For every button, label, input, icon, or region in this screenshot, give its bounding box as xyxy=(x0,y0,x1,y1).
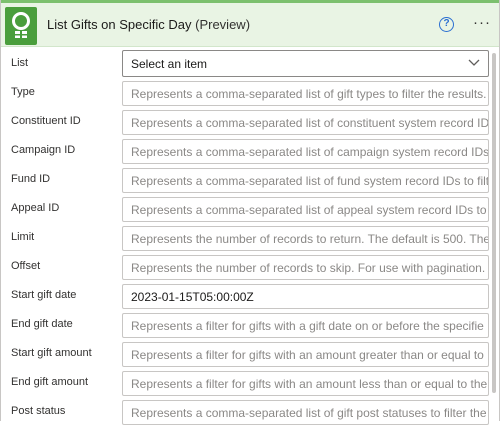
field-label-post-status: Post status xyxy=(11,405,66,417)
field-placeholder: Represents the number of records to retu… xyxy=(131,232,489,246)
field-row-type: Type Represents a comma-separated list of… xyxy=(1,81,499,110)
input-start-gift-date[interactable]: 2023-01-15T05:00:00Z xyxy=(122,284,489,309)
field-label-end-gift-date: End gift date xyxy=(11,318,73,330)
field-label-campaign-id: Campaign ID xyxy=(11,144,76,156)
field-label-limit: Limit xyxy=(11,231,35,243)
input-constituent-id[interactable]: Represents a comma-separated list of con… xyxy=(122,110,489,135)
field-row-post-status: Post status Represents a comma-separated … xyxy=(1,400,499,429)
field-label-offset: Offset xyxy=(11,260,41,272)
input-end-gift-date[interactable]: Represents a filter for gifts with a gif… xyxy=(122,313,489,338)
preview-tag: (Preview) xyxy=(195,17,251,32)
field-placeholder: Represents a comma-separated list of fun… xyxy=(131,174,489,188)
app-logo-icon xyxy=(5,7,37,45)
field-label-list: List xyxy=(11,57,29,69)
action-header[interactable]: List Gifts on Specific Day (Preview) ? ·… xyxy=(1,0,499,47)
field-placeholder: Represents a comma-separated list of cam… xyxy=(131,145,489,159)
field-value: Select an item xyxy=(131,57,208,71)
field-placeholder: Represents a comma-separated list of con… xyxy=(131,116,489,130)
input-fund-id[interactable]: Represents a comma-separated list of fun… xyxy=(122,168,489,193)
dropdown-list[interactable]: Select an item xyxy=(122,50,489,77)
field-row-appeal-id: Appeal ID Represents a comma-separated li… xyxy=(1,197,499,226)
chevron-down-icon[interactable] xyxy=(468,59,480,67)
field-row-list: List Select an item xyxy=(1,50,499,81)
field-label-start-gift-date: Start gift date xyxy=(11,289,77,301)
field-row-constituent-id: Constituent ID Represents a comma-separat… xyxy=(1,110,499,139)
field-row-fund-id: Fund ID Represents a comma-separated list… xyxy=(1,168,499,197)
field-placeholder: Represents the number of records to skip… xyxy=(131,261,486,275)
field-placeholder: Represents a comma-separated list of app… xyxy=(131,203,489,217)
input-end-gift-amount[interactable]: Represents a filter for gifts with an am… xyxy=(122,371,489,396)
input-campaign-id[interactable]: Represents a comma-separated list of cam… xyxy=(122,139,489,164)
input-limit[interactable]: Represents the number of records to retu… xyxy=(122,226,489,251)
input-offset[interactable]: Represents the number of records to skip… xyxy=(122,255,489,280)
field-value: 2023-01-15T05:00:00Z xyxy=(131,290,254,304)
field-label-end-gift-amount: End gift amount xyxy=(11,376,89,388)
field-label-start-gift-amount: Start gift amount xyxy=(11,347,92,359)
more-options-icon[interactable]: ··· xyxy=(473,15,491,30)
field-row-start-gift-date: Start gift date 2023-01-15T05:00:00Z xyxy=(1,284,499,313)
field-placeholder: Represents a filter for gifts with an am… xyxy=(131,348,484,362)
action-title: List Gifts on Specific Day (Preview) xyxy=(47,17,250,32)
scrollbar[interactable] xyxy=(492,48,497,421)
field-placeholder: Represents a comma-separated list of gif… xyxy=(131,406,487,420)
field-row-end-gift-amount: End gift amount Represents a filter for g… xyxy=(1,371,499,400)
scrollbar-thumb[interactable] xyxy=(492,53,496,393)
field-label-fund-id: Fund ID xyxy=(11,173,51,185)
input-post-status[interactable]: Represents a comma-separated list of gif… xyxy=(122,400,489,425)
help-circle-icon[interactable]: ? xyxy=(439,17,454,32)
field-label-constituent-id: Constituent ID xyxy=(11,115,81,127)
field-row-offset: Offset Represents the number of records t… xyxy=(1,255,499,284)
field-placeholder: Represents a comma-separated list of gif… xyxy=(131,87,487,101)
field-label-appeal-id: Appeal ID xyxy=(11,202,60,214)
field-label-type: Type xyxy=(11,86,35,98)
action-card: List Gifts on Specific Day (Preview) ? ·… xyxy=(0,0,500,425)
field-placeholder: Represents a filter for gifts with a gif… xyxy=(131,319,484,333)
input-type[interactable]: Represents a comma-separated list of gif… xyxy=(122,81,489,106)
field-row-limit: Limit Represents the number of records to… xyxy=(1,226,499,255)
field-row-campaign-id: Campaign ID Represents a comma-separated … xyxy=(1,139,499,168)
field-row-start-gift-amount: Start gift amount Represents a filter for… xyxy=(1,342,499,371)
action-title-text: List Gifts on Specific Day xyxy=(47,17,192,32)
field-placeholder: Represents a filter for gifts with an am… xyxy=(131,377,488,391)
field-row-end-gift-date: End gift date Represents a filter for gif… xyxy=(1,313,499,342)
input-start-gift-amount[interactable]: Represents a filter for gifts with an am… xyxy=(122,342,489,367)
input-appeal-id[interactable]: Represents a comma-separated list of app… xyxy=(122,197,489,222)
